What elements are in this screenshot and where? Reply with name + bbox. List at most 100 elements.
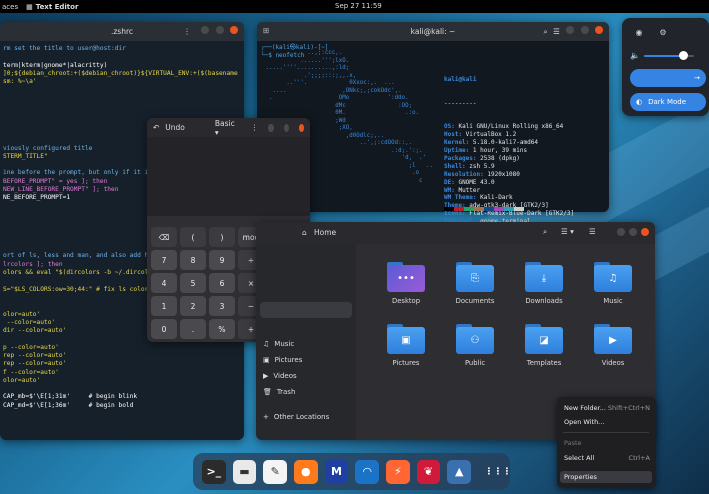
- camera-icon[interactable]: ◉: [630, 26, 648, 40]
- menu-icon[interactable]: ☰: [553, 27, 560, 36]
- calc-key[interactable]: 1: [151, 296, 177, 316]
- breadcrumb[interactable]: Home: [314, 228, 336, 237]
- calc-key[interactable]: ): [209, 227, 235, 247]
- volume-slider[interactable]: 🔈: [630, 51, 701, 61]
- maximize-button[interactable]: [580, 26, 589, 34]
- app-menu[interactable]: ▦ Text Editor: [26, 3, 78, 11]
- close-button[interactable]: [595, 26, 603, 34]
- wireshark-app-icon[interactable]: ◠: [355, 459, 380, 484]
- minimize-button[interactable]: [268, 123, 274, 132]
- neofetch-value: GNOME 43.0: [454, 178, 495, 186]
- arrow-right-icon[interactable]: →: [694, 74, 700, 82]
- undo-button[interactable]: Undo: [165, 123, 185, 132]
- neofetch-row: OS: Kali GNU/Linux Rolling x86_64: [444, 123, 578, 131]
- calc-key[interactable]: 5: [180, 273, 206, 293]
- cherrytree-app-icon[interactable]: ❦: [416, 459, 441, 484]
- menu-item-shortcut: Shift+Ctrl+N: [607, 404, 650, 412]
- neofetch-row: Kernel: 5.18.0-kali7-amd64: [444, 139, 578, 147]
- dark-mode-toggle[interactable]: ◐ Dark Mode: [630, 93, 706, 111]
- folder-item[interactable]: ♫ Music: [585, 262, 641, 305]
- menu-item-properties[interactable]: Properties: [560, 471, 652, 483]
- calculator-header: ↶ Undo Basic ▾ ⋮: [147, 118, 310, 137]
- app-grid-icon[interactable]: ⋮⋮⋮: [485, 460, 512, 484]
- neofetch-value: Mutter: [454, 186, 481, 194]
- neofetch-row: Packages: 2538 (dpkg): [444, 155, 578, 163]
- neofetch-key: WM Theme:: [444, 194, 477, 202]
- new-tab-icon[interactable]: ⊞: [263, 26, 269, 35]
- color-swatch: [454, 207, 464, 211]
- folder-item[interactable]: ⚇ Public: [447, 324, 503, 367]
- terminal-app-icon[interactable]: >_: [202, 459, 226, 484]
- maximize-button[interactable]: [629, 228, 637, 236]
- minimize-button[interactable]: [617, 228, 625, 236]
- calc-key[interactable]: %: [209, 319, 235, 339]
- folder-item[interactable]: ▶ Videos: [585, 324, 641, 367]
- files-app-icon[interactable]: ▬: [232, 459, 257, 484]
- sidebar-item-trash[interactable]: 🗑 Trash: [263, 388, 295, 396]
- desktop-folder-icon: •••: [387, 262, 425, 292]
- calc-key[interactable]: 3: [209, 296, 235, 316]
- folder-item[interactable]: ⎘ Documents: [447, 262, 503, 305]
- menu-item-label: New Folder...: [564, 404, 606, 412]
- mode-dropdown[interactable]: Basic ▾: [215, 119, 235, 137]
- search-icon[interactable]: ⌕: [544, 27, 548, 36]
- mode-label: Basic: [214, 118, 235, 128]
- folder-item[interactable]: ▣ Pictures: [378, 324, 434, 367]
- close-button[interactable]: [641, 228, 649, 236]
- calc-key[interactable]: 0: [151, 319, 177, 339]
- undo-icon[interactable]: ↶: [153, 123, 159, 132]
- menu-icon[interactable]: ⋮: [251, 123, 259, 132]
- close-button[interactable]: [298, 123, 304, 132]
- network-toggle[interactable]: →: [630, 69, 706, 87]
- calc-key[interactable]: ⌫: [151, 227, 177, 247]
- folder-item[interactable]: ••• Desktop: [378, 262, 434, 305]
- text-editor-icon: ▦: [26, 2, 33, 11]
- burpsuite-app-icon[interactable]: ⚡: [386, 459, 410, 484]
- sidebar-item-videos[interactable]: ▶ Videos: [263, 372, 297, 380]
- calc-key[interactable]: 7: [151, 250, 177, 270]
- sidebar-selection[interactable]: [260, 302, 352, 318]
- menu-icon[interactable]: ☰: [589, 227, 596, 236]
- text-editor-app-icon[interactable]: ✎: [263, 459, 288, 484]
- kali-tweaks-app-icon[interactable]: ▲: [447, 459, 472, 484]
- gear-icon[interactable]: ⚙: [654, 26, 672, 40]
- menu-item-open-with[interactable]: Open With...: [564, 418, 650, 426]
- calc-key[interactable]: 2: [180, 296, 206, 316]
- dark-mode-icon: ◐: [636, 98, 643, 106]
- calc-key[interactable]: 4: [151, 273, 177, 293]
- minimize-button[interactable]: [201, 26, 210, 34]
- menu-item-select-all[interactable]: Select All Ctrl+A: [564, 454, 650, 462]
- sidebar-item-label: Videos: [273, 372, 297, 380]
- sidebar-item-music[interactable]: ♫ Music: [263, 340, 294, 348]
- metasploit-app-icon[interactable]: M: [324, 459, 349, 484]
- calc-key[interactable]: (: [180, 227, 206, 247]
- menu-item-label: Select All: [564, 454, 595, 462]
- menu-item-new-folder[interactable]: New Folder... Shift+Ctrl+N: [564, 404, 650, 412]
- menu-item-label: Properties: [564, 473, 597, 481]
- calc-key[interactable]: .: [180, 319, 206, 339]
- color-swatch: [514, 207, 524, 211]
- dock: >_ ▬ ✎ ● M ◠ ⚡ ❦ ▲ ⋮⋮⋮: [193, 453, 512, 490]
- folder-item[interactable]: ◪ Templates: [516, 324, 572, 367]
- maximize-button[interactable]: [215, 26, 224, 34]
- view-toggle-icon[interactable]: ☰ ▾: [561, 227, 574, 236]
- calculator-display[interactable]: [147, 137, 310, 216]
- calc-key[interactable]: 9: [209, 250, 235, 270]
- search-icon[interactable]: ⌕: [543, 227, 547, 237]
- close-button[interactable]: [230, 26, 238, 34]
- menu-icon[interactable]: ⋮: [183, 27, 191, 36]
- sidebar-item-pictures[interactable]: ▣ Pictures: [263, 356, 302, 364]
- activities-button[interactable]: aces: [2, 3, 18, 11]
- calc-key[interactable]: 6: [209, 273, 235, 293]
- folder-item[interactable]: ⤓ Downloads: [516, 262, 572, 305]
- maximize-button[interactable]: [283, 123, 289, 132]
- neofetch-key: OS:: [444, 123, 455, 131]
- firefox-app-icon[interactable]: ●: [294, 459, 318, 484]
- calc-key[interactable]: 8: [180, 250, 206, 270]
- minimize-button[interactable]: [566, 26, 575, 34]
- clock[interactable]: Sep 27 11:59: [335, 2, 382, 10]
- volume-knob[interactable]: [679, 51, 688, 60]
- sidebar-item-other-locations[interactable]: + Other Locations: [263, 413, 329, 421]
- app-menu-label: Text Editor: [35, 2, 79, 11]
